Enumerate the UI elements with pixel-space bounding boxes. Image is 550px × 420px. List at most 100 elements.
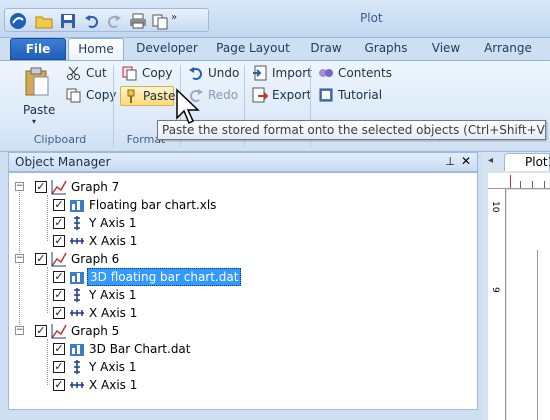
paintbrush-icon	[127, 89, 135, 103]
visibility-checkbox[interactable]: ✓	[53, 289, 65, 301]
open-folder-icon[interactable]	[35, 12, 53, 30]
ruler-marker	[510, 175, 511, 188]
export-button[interactable]: Export	[252, 87, 311, 107]
tree-node-label: Graph 7	[71, 180, 120, 194]
app-logo-icon[interactable]	[9, 12, 27, 30]
tree-node-graph[interactable]: − ✓ Graph 5	[9, 322, 469, 340]
undo-icon[interactable]	[83, 12, 101, 30]
export-icon	[252, 87, 268, 103]
collapse-icon[interactable]: −	[15, 182, 24, 191]
copy-format-icon[interactable]	[151, 12, 169, 30]
tree-node-graph[interactable]: − ✓ Graph 7	[9, 178, 469, 196]
tab-file[interactable]: File	[10, 38, 66, 60]
cut-button[interactable]: Cut	[66, 65, 107, 85]
visibility-checkbox[interactable]: ✓	[53, 217, 65, 229]
tree-node-axis[interactable]: ✓ Y Axis 1	[9, 358, 469, 376]
tooltip: Paste the stored format onto the selecte…	[157, 120, 546, 140]
tree-node-label: X Axis 1	[89, 306, 138, 320]
horizontal-ruler	[488, 173, 550, 189]
visibility-checkbox[interactable]: ✓	[53, 199, 65, 211]
import-button[interactable]: Import	[252, 65, 312, 85]
tree-node-label: 3D floating bar chart.dat	[87, 268, 242, 286]
y-axis-icon	[74, 360, 80, 374]
paste-format-label: Paste	[143, 89, 176, 103]
tree-node-axis[interactable]: ✓ X Axis 1	[9, 304, 469, 322]
visibility-checkbox[interactable]: ✓	[53, 379, 65, 391]
x-axis-icon	[70, 382, 84, 388]
tab-arrange[interactable]: Arrange	[476, 38, 540, 60]
chevron-down-icon: ▾	[32, 117, 37, 126]
tab-draw[interactable]: Draw	[304, 38, 348, 60]
paste-format-button[interactable]: Paste	[120, 86, 176, 106]
tree-node-axis[interactable]: ✓ Y Axis 1	[9, 214, 469, 232]
copy-format-icon	[122, 66, 137, 81]
close-icon[interactable]: ✕	[461, 154, 471, 168]
tutorial-label: Tutorial	[338, 88, 383, 102]
import-label: Import	[272, 66, 312, 80]
tab-scroll-left-icon[interactable]: ◂	[488, 155, 493, 166]
graph-icon	[51, 324, 67, 339]
tree-node-label: Y Axis 1	[89, 216, 137, 230]
tree-node-label: X Axis 1	[89, 378, 138, 392]
tab-graphs[interactable]: Graphs	[358, 38, 414, 60]
tab-page-layout[interactable]: Page Layout	[212, 38, 294, 60]
tutorial-button[interactable]: Tutorial	[318, 87, 382, 107]
tree-node-label: Floating bar chart.xls	[89, 198, 217, 212]
y-axis-icon	[74, 216, 80, 230]
tree-node-axis[interactable]: ✓ Y Axis 1	[9, 286, 469, 304]
tab-home[interactable]: Home	[68, 38, 124, 61]
customize-qat-icon[interactable]: »	[171, 12, 189, 30]
plot-frame-line	[537, 250, 538, 420]
copy-label: Copy	[86, 88, 117, 102]
ruler-tick	[532, 181, 533, 188]
tree-node-axis[interactable]: ✓ X Axis 1	[9, 376, 469, 394]
copy-format-button[interactable]: Copy	[122, 65, 172, 85]
ribbon-tabs: File Home Developer Page Layout Draw Gra…	[0, 38, 550, 61]
undo-icon	[189, 67, 202, 80]
visibility-checkbox[interactable]: ✓	[35, 181, 47, 193]
visibility-checkbox[interactable]: ✓	[53, 343, 65, 355]
vertical-ruler: 10 9	[488, 189, 506, 420]
tree-node-graph[interactable]: − ✓ Graph 6	[9, 250, 469, 268]
tree-node-axis[interactable]: ✓ X Axis 1	[9, 232, 469, 250]
tree-node-plot[interactable]: ✓ Floating bar chart.xls	[9, 196, 469, 214]
contents-button[interactable]: Contents	[318, 65, 392, 85]
copy-icon	[66, 88, 81, 103]
collapse-icon[interactable]: −	[15, 326, 24, 335]
object-manager-title: Object Manager	[15, 155, 111, 169]
visibility-checkbox[interactable]: ✓	[53, 235, 65, 247]
visibility-checkbox[interactable]: ✓	[53, 361, 65, 373]
paste-label: Paste	[23, 103, 56, 117]
tab-view[interactable]: View	[424, 38, 468, 60]
undo-button[interactable]: Undo	[188, 65, 239, 85]
visibility-checkbox[interactable]: ✓	[53, 307, 65, 319]
bar-chart-icon	[70, 200, 84, 212]
copy-button[interactable]: Copy	[66, 87, 116, 107]
save-icon[interactable]	[59, 12, 77, 30]
book-icon	[319, 88, 333, 102]
tree-node-label: Graph 6	[71, 252, 120, 266]
tree-node-plot[interactable]: ✓ 3D Bar Chart.dat	[9, 340, 469, 358]
collapse-icon[interactable]: −	[15, 254, 24, 263]
clipboard-group-label: Clipboard	[33, 133, 87, 146]
tree-node-label: X Axis 1	[89, 234, 138, 248]
help-contents-icon	[319, 69, 333, 77]
pin-icon[interactable]: ⊥	[445, 155, 455, 168]
visibility-checkbox[interactable]: ✓	[35, 325, 47, 337]
object-manager-tree: − ✓ Graph 7 ✓ Floating bar chart.xls ✓ Y…	[8, 172, 478, 410]
tree-node-plot-selected[interactable]: ✓ 3D floating bar chart.dat	[9, 268, 469, 286]
print-icon[interactable]	[129, 12, 147, 30]
bar-chart-icon	[70, 344, 84, 356]
paste-button[interactable]: Paste ▾	[16, 65, 56, 126]
redo-icon[interactable]	[105, 12, 123, 30]
visibility-checkbox[interactable]: ✓	[35, 253, 47, 265]
import-icon	[253, 65, 267, 81]
plot-page[interactable]	[507, 190, 550, 420]
plot-document-tab[interactable]: Plot1	[504, 153, 550, 171]
redo-label: Redo	[208, 88, 239, 102]
cut-label: Cut	[86, 66, 107, 80]
visibility-checkbox[interactable]: ✓	[53, 271, 65, 283]
tree-node-label: Y Axis 1	[89, 288, 137, 302]
x-axis-icon	[70, 238, 84, 244]
tab-developer[interactable]: Developer	[132, 38, 202, 60]
